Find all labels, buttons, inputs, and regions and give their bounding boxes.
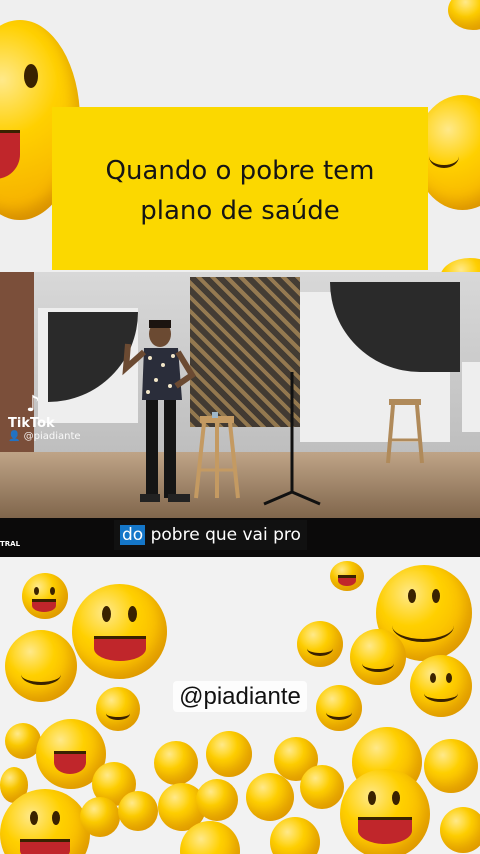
- emoji-smile-icon: [80, 797, 120, 837]
- emoji-smile-icon: [424, 739, 478, 793]
- emoji-wink-icon: [206, 731, 252, 777]
- tiktok-handle-text: @piadiante: [23, 431, 81, 442]
- emoji-smile-icon: [440, 807, 480, 853]
- comedian: [122, 320, 197, 502]
- caption-text: pobre que vai pro: [145, 525, 301, 545]
- title-banner: Quando o pobre tem plano de saúde: [52, 107, 428, 270]
- emoji-smile-icon: [154, 741, 198, 785]
- emoji-laughing-icon: [340, 769, 430, 854]
- caption-highlight: do: [120, 525, 146, 545]
- watermark-handle: @piadiante: [0, 681, 480, 712]
- emoji-smile-icon: [118, 791, 158, 831]
- channel-tag: TRAL: [0, 540, 21, 548]
- emoji-smile-icon: [246, 773, 294, 821]
- stage-panel: [462, 362, 480, 432]
- emoji-laughing-icon: [72, 584, 167, 679]
- top-background: Quando o pobre tem plano de saúde: [0, 0, 480, 272]
- mic-stand: [263, 372, 321, 506]
- emoji-grin-icon: [330, 561, 364, 591]
- emoji-smile-icon: [270, 817, 320, 854]
- emoji-smile-icon: [196, 779, 238, 821]
- tiktok-watermark: ♪ TikTok 👤 @piadiante: [8, 392, 81, 443]
- emoji-partial-icon: [440, 258, 480, 272]
- watermark-handle-text: @piadiante: [173, 681, 307, 712]
- video-frame: Quando o pobre tem plano de saúde TRAL d…: [0, 0, 480, 854]
- emoji-partial-icon: [448, 0, 480, 30]
- tiktok-logo-icon: ♪: [25, 392, 41, 417]
- title-text: Quando o pobre tem plano de saúde: [105, 156, 375, 226]
- emoji-grin-icon: [22, 573, 68, 619]
- stool-right: [386, 399, 424, 464]
- emoji-smile-icon: [350, 629, 406, 685]
- emoji-smile-icon: [300, 765, 344, 809]
- tiktok-handle: 👤 @piadiante: [8, 431, 81, 442]
- emoji-smile-icon: [297, 621, 343, 667]
- tiktok-label: TikTok: [8, 416, 55, 431]
- subtitle-caption: do pobre que vai pro: [114, 520, 307, 550]
